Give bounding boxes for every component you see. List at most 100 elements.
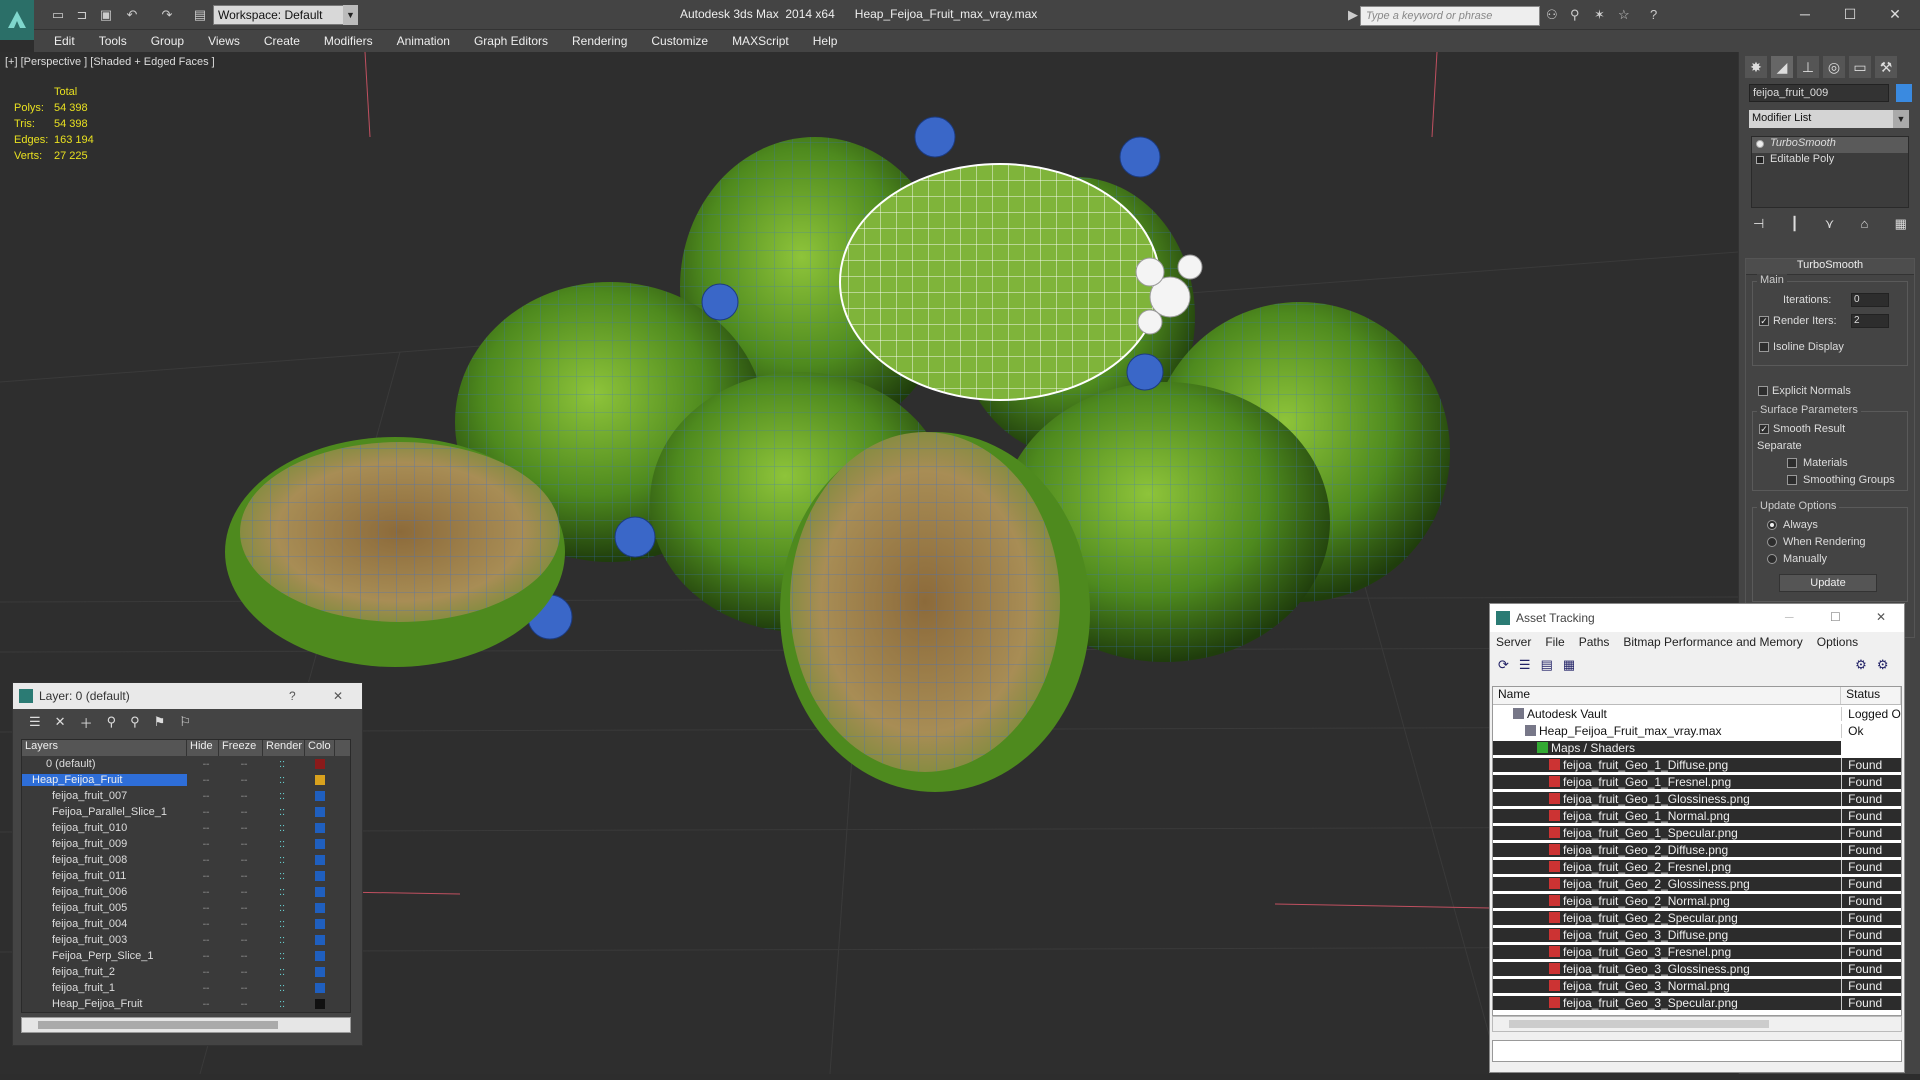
render-toggle[interactable]: :: [263,806,301,818]
layer-row[interactable]: feijoa_fruit_009 ╌ ╌:: [22,836,350,852]
column-header[interactable]: Layers [22,740,187,756]
object-color-swatch[interactable] [1896,84,1912,102]
favorites-icon[interactable]: ☆ [1618,7,1630,23]
vault-login-icon[interactable]: ⚙ [1855,657,1867,673]
layer-color-swatch[interactable] [315,839,325,849]
layer-name[interactable]: Feijoa_Perp_Slice_1 [22,950,187,962]
viewport-label[interactable]: [+] [Perspective ] [Shaded + Edged Faces… [5,56,215,68]
minimize-button[interactable]: ─ [1785,610,1794,624]
layer-color-swatch[interactable] [315,855,325,865]
layer-row[interactable]: feijoa_fruit_007 ╌ ╌:: [22,788,350,804]
asset-row[interactable]: feijoa_fruit_Geo_2_Fresnel.png Found [1493,858,1901,875]
freeze-toggle[interactable]: ╌ [225,806,263,819]
stack-item-turbosmooth[interactable]: TurboSmooth [1752,137,1908,153]
menu-maxscript[interactable]: MAXScript [732,34,789,48]
menu-edit[interactable]: Edit [54,34,75,48]
redo-icon[interactable]: ↷ [157,6,177,24]
chevron-down-icon[interactable]: ▼ [1893,110,1909,128]
column-header[interactable]: Name [1493,687,1842,704]
layer-row[interactable]: Heap_Feijoa_Fruit ╌ ╌:: [22,996,350,1012]
render-toggle[interactable]: :: [263,934,301,946]
layer-name[interactable]: Heap_Feijoa_Fruit [22,998,187,1010]
layer-color-swatch[interactable] [315,759,325,769]
scrollbar-thumb[interactable] [38,1021,278,1029]
layer-color-swatch[interactable] [315,951,325,961]
show-end-result-icon[interactable]: ┃ [1791,216,1799,238]
freeze-toggle[interactable]: ╌ [225,934,263,947]
layer-name[interactable]: feijoa_fruit_009 [22,838,187,850]
freeze-toggle[interactable]: ╌ [225,790,263,803]
layer-color-swatch[interactable] [315,823,325,833]
create-tab-icon[interactable]: ✸ [1745,56,1767,78]
asset-row[interactable]: feijoa_fruit_Geo_2_Normal.png Found [1493,892,1901,909]
layer-color-swatch[interactable] [315,791,325,801]
menu-paths[interactable]: Paths [1579,635,1610,649]
materials-checkbox[interactable] [1787,458,1797,468]
open-file-icon[interactable]: ⊐ [72,6,92,24]
hide-toggle[interactable]: ╌ [187,854,225,867]
hide-freeze-icon[interactable]: ⚐ [179,714,191,730]
menu-file[interactable]: File [1545,635,1564,649]
utilities-tab-icon[interactable]: ⚒ [1875,56,1897,78]
column-header[interactable]: Colo [305,740,335,756]
pin-stack-icon[interactable]: ⊣ [1753,216,1764,238]
layer-color-swatch[interactable] [315,903,325,913]
layer-row[interactable]: feijoa_fruit_1 ╌ ╌:: [22,980,350,996]
layer-row[interactable]: Feijoa_Perp_Slice_1 ╌ ╌:: [22,948,350,964]
asset-row[interactable]: feijoa_fruit_Geo_3_Specular.png Found [1493,994,1901,1011]
hierarchy-tab-icon[interactable]: ⊥ [1797,56,1819,78]
object-name-field[interactable]: feijoa_fruit_009 [1749,84,1889,102]
undo-icon[interactable]: ↶ [122,6,142,24]
always-radio[interactable] [1767,520,1777,530]
layer-row[interactable]: feijoa_fruit_008 ╌ ╌:: [22,852,350,868]
close-icon[interactable]: ✕ [1876,610,1886,624]
subscription-icon[interactable]: ⚲ [1570,7,1580,23]
layer-name[interactable]: feijoa_fruit_2 [22,966,187,978]
freeze-toggle[interactable]: ╌ [225,950,263,963]
render-toggle[interactable]: :: [263,822,301,834]
render-toggle[interactable]: :: [263,966,301,978]
app-logo-button[interactable] [0,0,34,40]
asset-row[interactable]: feijoa_fruit_Geo_2_Specular.png Found [1493,909,1901,926]
refresh-icon[interactable]: ⟳ [1498,657,1509,673]
freeze-toggle[interactable]: ╌ [225,870,263,883]
layer-manager-icon[interactable]: ☰ [29,714,41,730]
render-toggle[interactable]: :: [263,886,301,898]
layer-row[interactable]: feijoa_fruit_003 ╌ ╌:: [22,932,350,948]
menu-tools[interactable]: Tools [99,34,127,48]
render-toggle[interactable]: :: [263,790,301,802]
render-toggle[interactable]: :: [263,870,301,882]
menu-server[interactable]: Server [1496,635,1531,649]
help-button[interactable]: ? [289,689,296,703]
thumbnail-view-icon[interactable]: ▤ [1541,657,1553,673]
layer-row[interactable]: Heap_Feijoa_Fruit ╌ ╌:: [22,772,350,788]
freeze-toggle[interactable]: ╌ [225,838,263,851]
freeze-toggle[interactable]: ╌ [225,774,263,787]
freeze-toggle[interactable]: ╌ [225,758,263,771]
hide-toggle[interactable]: ╌ [187,966,225,979]
smooth-result-checkbox[interactable]: ✓ [1759,424,1769,434]
menu-help[interactable]: Help [813,34,838,48]
column-header[interactable]: Freeze [219,740,263,756]
hide-toggle[interactable]: ╌ [187,982,225,995]
layer-name[interactable]: Heap_Feijoa_Fruit [22,774,187,786]
delete-layer-icon[interactable]: ✕ [55,714,66,730]
chevron-down-icon[interactable]: ▼ [343,5,358,25]
modify-tab-icon[interactable]: ◢ [1771,56,1793,78]
hide-toggle[interactable]: ╌ [187,774,225,787]
freeze-toggle[interactable]: ╌ [225,918,263,931]
display-tab-icon[interactable]: ▭ [1849,56,1871,78]
menu-customize[interactable]: Customize [651,34,708,48]
asset-row[interactable]: feijoa_fruit_Geo_1_Specular.png Found [1493,824,1901,841]
maximize-button[interactable]: ☐ [1830,2,1870,26]
communication-icon[interactable]: ✶ [1594,7,1605,23]
layer-color-swatch[interactable] [315,775,325,785]
freeze-toggle[interactable]: ╌ [225,822,263,835]
layer-name[interactable]: feijoa_fruit_007 [22,790,187,802]
layer-row[interactable]: feijoa_fruit_004 ╌ ╌:: [22,916,350,932]
layer-name[interactable]: feijoa_fruit_008 [22,854,187,866]
rollout-title[interactable]: TurboSmooth [1746,259,1914,275]
horizontal-scrollbar[interactable] [1492,1016,1902,1032]
motion-tab-icon[interactable]: ◎ [1823,56,1845,78]
hide-toggle[interactable]: ╌ [187,886,225,899]
